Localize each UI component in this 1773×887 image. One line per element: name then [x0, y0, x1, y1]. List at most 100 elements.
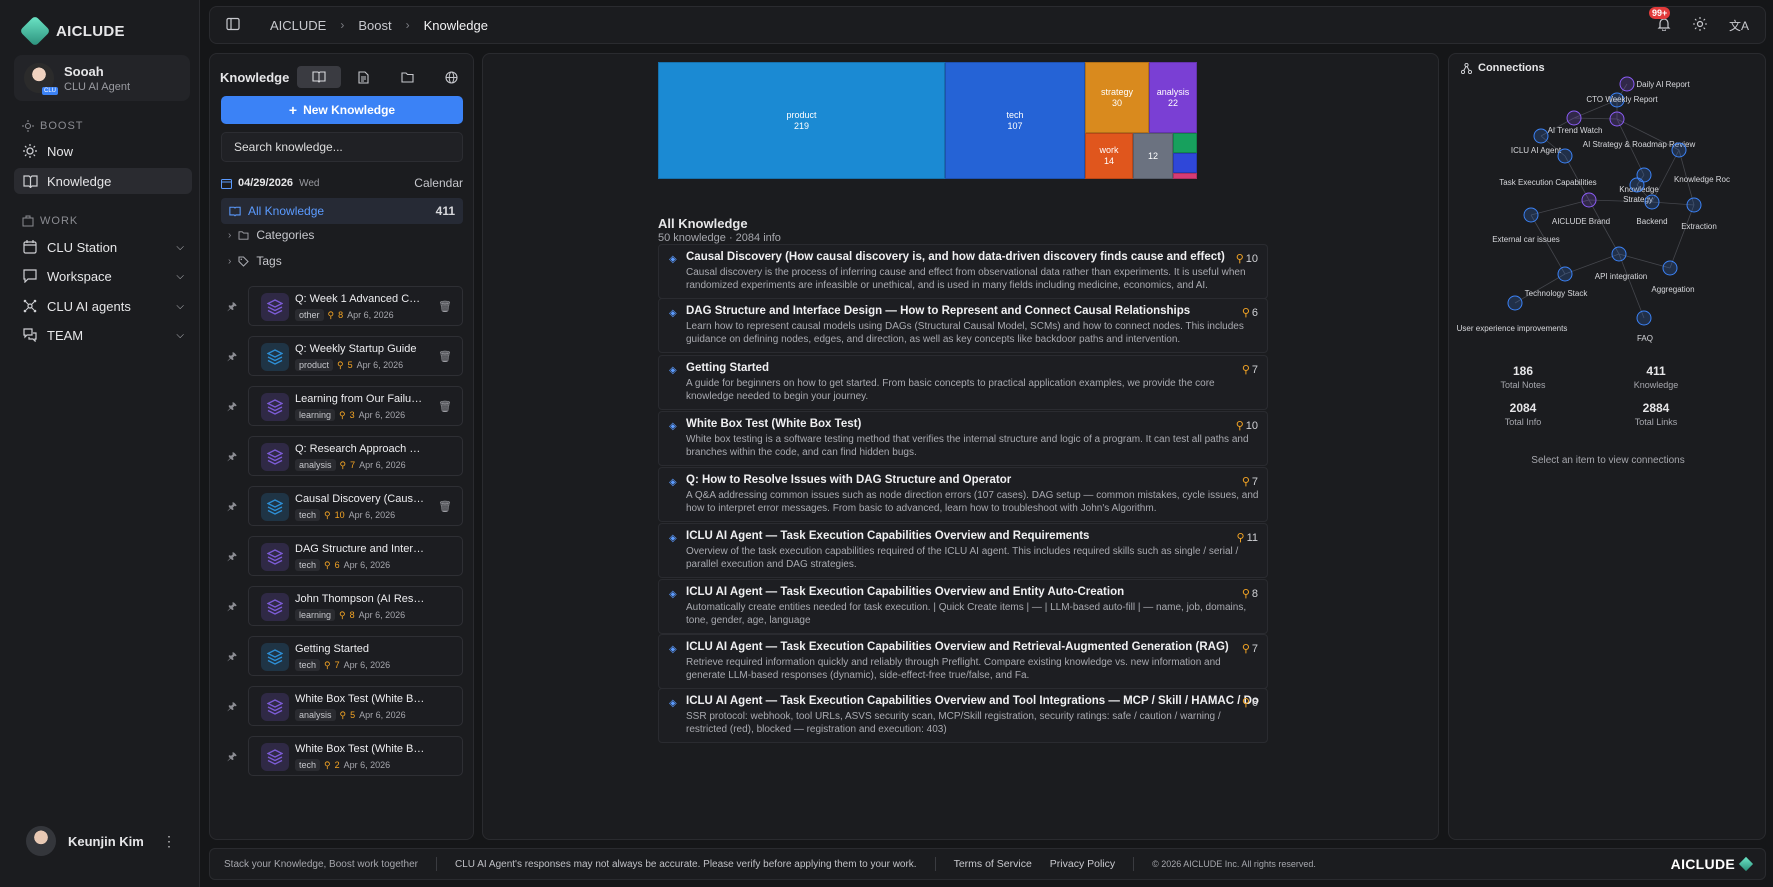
privacy-link[interactable]: Privacy Policy [1050, 858, 1115, 870]
tab-folder-view[interactable] [385, 66, 429, 88]
list-item[interactable]: 🖈 DAG Structure and Interface D... tech⚲6A… [227, 536, 463, 576]
chevron-down-icon[interactable]: ⌵ [176, 271, 184, 282]
graph-node[interactable] [1636, 310, 1652, 326]
sidebar-toggle-icon[interactable] [226, 17, 240, 34]
calendar-button[interactable]: Calendar [414, 176, 463, 190]
treemap-tile[interactable] [1173, 153, 1197, 173]
graph-node[interactable] [1557, 148, 1573, 164]
graph-node[interactable] [1581, 192, 1597, 208]
breadcrumb-boost[interactable]: Boost [358, 18, 391, 33]
connection-graph[interactable]: Daily AI Report CTO Weekly Report AI Trend… [1449, 72, 1766, 347]
graph-node[interactable] [1686, 197, 1702, 213]
treemap-tile[interactable]: work 14 [1085, 133, 1133, 179]
knowledge-entry[interactable]: ◈ ICLU AI Agent — Task Execution Capabili… [658, 688, 1268, 743]
tags-toggle[interactable]: › Tags [228, 254, 282, 268]
treemap-tile[interactable]: strategy 30 [1085, 62, 1149, 133]
graph-node[interactable] [1557, 266, 1573, 282]
bottom-user[interactable]: Keunjin Kim ⋮ [26, 826, 176, 856]
entry-count-value: 10 [1245, 253, 1258, 265]
pin-icon[interactable]: 🖈 [226, 698, 238, 717]
knowledge-entry[interactable]: ◈ ICLU AI Agent — Task Execution Capabili… [658, 634, 1268, 689]
more-icon[interactable]: ⋮ [162, 833, 176, 850]
translate-icon[interactable]: 文A [1729, 17, 1749, 34]
knowledge-entry[interactable]: ◈ White Box Test (White Box Test) White bo… [658, 411, 1268, 466]
list-item-meta: learning ⚲ 8 Apr 6, 2026 [295, 609, 405, 621]
graph-edge [1669, 204, 1695, 269]
pin-icon[interactable]: 🖈 [226, 448, 238, 467]
list-item[interactable]: 🖈 Getting Started tech ⚲ 7 Apr 6, 2026 [227, 636, 463, 676]
pin-icon[interactable]: 🖈 [226, 598, 238, 617]
list-item[interactable]: 🖈 John Thompson (AI Researcher) learning⚲8… [227, 586, 463, 626]
user-card[interactable]: CLU Sooah CLU AI Agent [14, 55, 190, 101]
pin-icon[interactable]: 🖈 [226, 748, 238, 767]
knowledge-entry[interactable]: ◈ ICLU AI Agent — Task Execution Capabili… [658, 579, 1268, 634]
breadcrumb-aiclude[interactable]: AICLUDE [270, 18, 326, 33]
sidebar-item-team[interactable]: TEAM ⌵ [14, 322, 192, 348]
category-badge: analysis [295, 709, 336, 721]
chevron-down-icon[interactable]: ⌵ [176, 242, 184, 253]
list-item[interactable]: 🖈 Q: Week 1 Advanced Concepts... other⚲8Ap… [227, 286, 463, 326]
terms-link[interactable]: Terms of Service [954, 858, 1032, 870]
trash-icon[interactable]: 🗑 [438, 500, 452, 513]
treemap-tile[interactable]: tech 107 [945, 62, 1085, 179]
list-item[interactable]: 🖈 Q: Research Approach and Des... analysis… [227, 436, 463, 476]
item-date: Apr 6, 2026 [343, 560, 391, 570]
pin-icon[interactable]: 🖈 [226, 498, 238, 517]
pin-icon[interactable]: 🖈 [226, 398, 238, 417]
knowledge-entry[interactable]: ◈ ICLU AI Agent — Task Execution Capabili… [658, 523, 1268, 578]
pin-icon[interactable]: 🖈 [226, 348, 238, 367]
pin-icon[interactable]: 🖈 [226, 298, 238, 317]
graph-node[interactable] [1609, 111, 1625, 127]
divider [934, 857, 936, 871]
knowledge-entry[interactable]: ◈ Causal Discovery (How causal discovery … [658, 244, 1268, 299]
tab-document-view[interactable] [341, 66, 385, 88]
sidebar-item-knowledge[interactable]: Knowledge [14, 168, 192, 194]
sidebar-item-now[interactable]: Now [14, 138, 192, 164]
all-knowledge-filter[interactable]: All Knowledge 411 [221, 198, 463, 224]
trash-icon[interactable]: 🗑 [438, 400, 452, 413]
graph-node[interactable] [1507, 295, 1523, 311]
knowledge-entry[interactable]: ◈ DAG Structure and Interface Design — Ho… [658, 298, 1268, 353]
pin-icon[interactable]: 🖈 [226, 648, 238, 667]
chevron-down-icon[interactable]: ⌵ [176, 330, 184, 341]
treemap-tile[interactable] [1173, 173, 1197, 179]
notification-button[interactable]: 99+ [1648, 6, 1671, 34]
categories-toggle[interactable]: › Categories [228, 228, 314, 242]
pin-icon[interactable]: 🖈 [226, 548, 238, 567]
treemap-tile[interactable]: product 219 [658, 62, 945, 179]
theme-toggle-icon[interactable] [1692, 16, 1707, 34]
brand[interactable]: AICLUDE [19, 15, 125, 47]
chevron-down-icon[interactable]: ⌵ [176, 301, 184, 312]
treemap-tile[interactable]: analysis 22 [1149, 62, 1197, 133]
graph-node[interactable] [1523, 207, 1539, 223]
list-item[interactable]: 🖈 Q: Weekly Startup Guide product ⚲ 5 Apr 6, … [227, 336, 463, 376]
trash-icon[interactable]: 🗑 [438, 300, 452, 313]
list-item-title: White Box Test (White Box Test) [295, 743, 425, 755]
graph-node[interactable] [1533, 128, 1549, 144]
list-item-title: Getting Started [295, 643, 369, 655]
sidebar-item-clu-ai-agents[interactable]: CLU AI agents ⌵ [14, 293, 192, 319]
list-item[interactable]: 🖈 White Box Test (White Box Test) analysis… [227, 686, 463, 726]
new-knowledge-button[interactable]: + New Knowledge [221, 96, 463, 124]
graph-node[interactable] [1629, 177, 1645, 193]
treemap-tile[interactable] [1173, 133, 1197, 153]
graph-node[interactable] [1619, 76, 1635, 92]
search-input[interactable]: Search knowledge... [221, 132, 463, 162]
graph-node[interactable] [1566, 110, 1582, 126]
knowledge-entry[interactable]: ◈ Getting Started A guide for beginners on… [658, 355, 1268, 410]
trash-icon[interactable]: 🗑 [438, 350, 452, 363]
list-item[interactable]: 🖈 White Box Test (White Box Test) tech⚲2Ap… [227, 736, 463, 776]
tab-book-view[interactable] [297, 66, 342, 88]
tab-globe-view[interactable] [429, 66, 473, 88]
graph-node[interactable] [1611, 246, 1627, 262]
knowledge-entry[interactable]: ◈ Q: How to Resolve Issues with DAG Struc… [658, 467, 1268, 522]
list-item[interactable]: 🖈 Causal Discovery (Causal Disc... tech⚲10… [227, 486, 463, 526]
graph-node[interactable] [1671, 142, 1687, 158]
sidebar-item-clu-station[interactable]: CLU Station ⌵ [14, 234, 192, 260]
graph-node[interactable] [1662, 260, 1678, 276]
section-boost-label: BOOST [40, 120, 84, 132]
sidebar-item-workspace[interactable]: Workspace ⌵ [14, 263, 192, 289]
graph-node[interactable] [1644, 194, 1660, 210]
treemap-tile[interactable]: 12 [1133, 133, 1173, 179]
list-item[interactable]: 🖈 Learning from Our Failures learning ⚲ 3 Apr… [227, 386, 463, 426]
